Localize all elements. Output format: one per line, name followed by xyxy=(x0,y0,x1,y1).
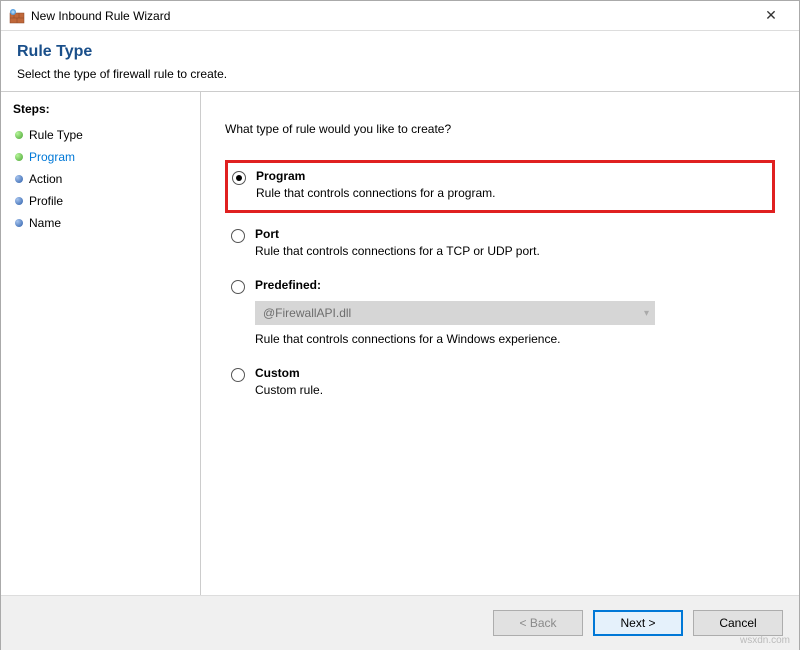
step-label: Action xyxy=(29,172,62,186)
option-custom-text: Custom Custom rule. xyxy=(255,366,323,397)
option-predefined-text: Predefined: @FirewallAPI.dll Rule that c… xyxy=(255,278,655,346)
body: Steps: Rule Type Program Action Profile … xyxy=(1,92,799,595)
cancel-button[interactable]: Cancel xyxy=(693,610,783,636)
content-area: What type of rule would you like to crea… xyxy=(201,92,799,595)
step-profile[interactable]: Profile xyxy=(13,190,188,212)
option-port-text: Port Rule that controls connections for … xyxy=(255,227,540,258)
steps-sidebar: Steps: Rule Type Program Action Profile … xyxy=(1,92,201,595)
step-program[interactable]: Program xyxy=(13,146,188,168)
option-title: Program xyxy=(256,169,495,183)
step-label: Name xyxy=(29,216,61,230)
bullet-icon xyxy=(15,219,23,227)
option-custom[interactable]: Custom Custom rule. xyxy=(225,358,775,405)
option-program-text: Program Rule that controls connections f… xyxy=(256,169,495,200)
header: Rule Type Select the type of firewall ru… xyxy=(1,31,799,92)
step-name[interactable]: Name xyxy=(13,212,188,234)
firewall-icon xyxy=(9,8,25,24)
option-title: Predefined: xyxy=(255,278,655,292)
back-button: < Back xyxy=(493,610,583,636)
next-button[interactable]: Next > xyxy=(593,610,683,636)
window-title: New Inbound Rule Wizard xyxy=(31,9,751,23)
step-label: Profile xyxy=(29,194,63,208)
titlebar: New Inbound Rule Wizard ✕ xyxy=(1,1,799,31)
watermark: wsxdn.com xyxy=(740,635,790,646)
option-predefined[interactable]: Predefined: @FirewallAPI.dll Rule that c… xyxy=(225,270,775,354)
predefined-dropdown: @FirewallAPI.dll xyxy=(255,301,655,325)
radio-custom[interactable] xyxy=(231,368,245,382)
footer: < Back Next > Cancel xyxy=(1,595,799,650)
bullet-icon xyxy=(15,175,23,183)
option-port[interactable]: Port Rule that controls connections for … xyxy=(225,219,775,266)
close-button[interactable]: ✕ xyxy=(751,2,791,30)
content-question: What type of rule would you like to crea… xyxy=(225,122,775,136)
step-label: Program xyxy=(29,150,75,164)
option-desc: Rule that controls connections for a pro… xyxy=(256,186,495,200)
radio-predefined[interactable] xyxy=(231,280,245,294)
close-icon: ✕ xyxy=(765,7,777,24)
bullet-icon xyxy=(15,131,23,139)
page-title: Rule Type xyxy=(17,43,783,61)
option-desc: Rule that controls connections for a Win… xyxy=(255,332,655,346)
bullet-icon xyxy=(15,153,23,161)
option-desc: Rule that controls connections for a TCP… xyxy=(255,244,540,258)
bullet-icon xyxy=(15,197,23,205)
page-subtitle: Select the type of firewall rule to crea… xyxy=(17,67,783,81)
option-desc: Custom rule. xyxy=(255,383,323,397)
option-title: Custom xyxy=(255,366,323,380)
step-action[interactable]: Action xyxy=(13,168,188,190)
option-program[interactable]: Program Rule that controls connections f… xyxy=(225,160,775,213)
option-title: Port xyxy=(255,227,540,241)
dropdown-value: @FirewallAPI.dll xyxy=(263,306,351,320)
radio-program[interactable] xyxy=(232,171,246,185)
step-label: Rule Type xyxy=(29,128,83,142)
steps-label: Steps: xyxy=(13,102,188,116)
radio-port[interactable] xyxy=(231,229,245,243)
step-rule-type[interactable]: Rule Type xyxy=(13,124,188,146)
